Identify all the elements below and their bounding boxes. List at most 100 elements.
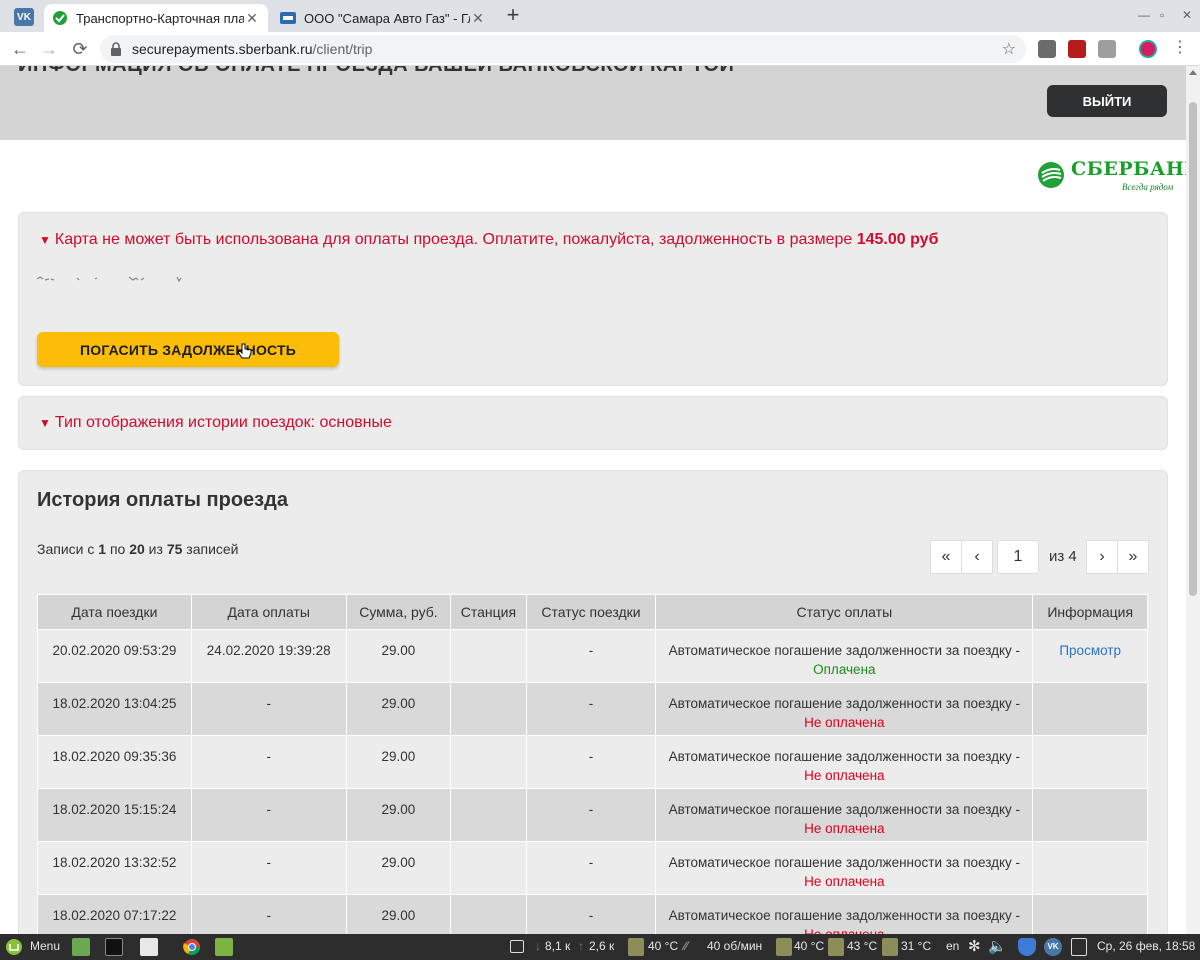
- cell-trip-status: -: [525, 894, 657, 934]
- close-tab-icon[interactable]: ✕: [470, 10, 486, 27]
- chrome-icon[interactable]: [183, 938, 201, 956]
- pay-status-text: Автоматическое погашение задолженности з…: [668, 855, 1021, 870]
- trip-table-body: 20.02.2020 09:53:29 24.02.2020 19:39:28 29…: [37, 629, 1148, 934]
- scrollbar-thumb[interactable]: [1189, 102, 1197, 596]
- pager-next-button[interactable]: ›: [1086, 540, 1118, 574]
- sberbank-logo-slogan: Всегда рядом: [1122, 182, 1174, 192]
- records-summary: Записи с 1 по 20 из 75 записей: [37, 541, 239, 557]
- volume-icon[interactable]: 🔈: [988, 937, 1007, 955]
- pay-debt-button[interactable]: ПОГАСИТЬ ЗАДОЛЖЕННОСТЬ: [37, 332, 339, 367]
- column-header-trip-date[interactable]: Дата поездки: [37, 594, 192, 630]
- tab-title: Транспортно-Карточная пла: [76, 10, 244, 26]
- column-header-trip-status[interactable]: Статус поездки: [525, 594, 657, 630]
- cell-trip-date: 18.02.2020 13:04:25: [37, 682, 192, 736]
- close-tab-icon[interactable]: ✕: [244, 10, 260, 27]
- pager-page-input[interactable]: 1: [997, 540, 1039, 574]
- os-taskbar: Menu ↓ 8,1 к ↑ 2,6 к 40 °C ⁄⁄ 40 об/мин …: [0, 934, 1200, 960]
- cell-pay-date: -: [190, 788, 347, 842]
- fan-speed: 40 об/мин: [707, 939, 763, 953]
- table-row: 18.02.2020 13:32:52-29.00- Автоматическое…: [37, 841, 1148, 895]
- display-type-toggle[interactable]: ▼ Тип отображения истории поездок: основн…: [39, 414, 392, 432]
- url-text: securepayments.sberbank.ru/client/trip: [132, 41, 373, 57]
- scroll-up-icon[interactable]: [1189, 70, 1197, 75]
- pager-first-button[interactable]: «: [930, 540, 962, 574]
- workspace-icon[interactable]: [510, 940, 524, 953]
- update-spinner-icon[interactable]: ✻: [968, 937, 981, 955]
- tab-samara-avto-gaz[interactable]: ООО "Самара Авто Газ" - Гла ✕: [272, 4, 494, 32]
- network-upload-speed: 2,6 к: [589, 939, 615, 953]
- vk-tray-icon[interactable]: VK: [1044, 938, 1062, 956]
- back-icon[interactable]: ←: [9, 38, 31, 60]
- update-shield-icon[interactable]: [1018, 938, 1036, 956]
- display-type-panel: ▼ Тип отображения истории поездок: основн…: [18, 396, 1168, 450]
- system-clock[interactable]: Ср, 26 фев, 18:58: [1097, 939, 1195, 953]
- view-details-link[interactable]: Просмотр: [1059, 643, 1121, 658]
- cpu-temperature: 40 °C: [648, 939, 679, 953]
- maximize-icon[interactable]: ▫: [1160, 8, 1164, 22]
- forward-icon[interactable]: →: [38, 38, 60, 60]
- sberbank-logo-icon: [1038, 162, 1064, 188]
- pager-total-label: из 4: [1049, 548, 1077, 565]
- mint-menu-icon[interactable]: [5, 938, 23, 956]
- tab-title: ООО "Самара Авто Газ" - Гла: [304, 10, 470, 26]
- cell-station: [450, 788, 527, 842]
- cell-trip-status: -: [525, 841, 657, 895]
- pay-status-text: Автоматическое погашение задолженности з…: [668, 643, 1021, 658]
- cell-trip-date: 18.02.2020 15:15:24: [37, 788, 192, 842]
- pay-status-text: Автоматическое погашение задолженности з…: [668, 908, 1021, 923]
- cell-trip-date: 20.02.2020 09:53:29: [37, 629, 192, 683]
- net-down-arrow-icon: ↓: [535, 939, 541, 953]
- debt-alert[interactable]: ▼ Карта не может быть использована для оп…: [39, 231, 938, 249]
- cell-info: [1032, 682, 1148, 736]
- trip-history-table: Дата поездки Дата оплаты Сумма, руб. Ста…: [37, 594, 1148, 934]
- display-type-label: Тип отображения истории поездок: основны…: [54, 414, 392, 431]
- reload-icon[interactable]: ⟳: [69, 38, 91, 60]
- column-header-sum[interactable]: Сумма, руб.: [345, 594, 452, 630]
- pay-status-text: Автоматическое погашение задолженности з…: [668, 802, 1021, 817]
- text-editor-icon[interactable]: [215, 938, 233, 956]
- close-window-icon[interactable]: ✕: [1182, 8, 1192, 22]
- vk-pinned-tab-icon[interactable]: VK: [14, 8, 34, 26]
- cell-sum: 29.00: [345, 894, 452, 934]
- shield-extension-icon[interactable]: [1068, 40, 1086, 58]
- gpu-temperature: 40 °C: [794, 939, 825, 953]
- table-header-row: Дата поездки Дата оплаты Сумма, руб. Ста…: [37, 594, 1148, 630]
- pager-prev-button[interactable]: ‹: [961, 540, 993, 574]
- start-menu-label[interactable]: Menu: [30, 939, 60, 953]
- column-header-pay-status[interactable]: Статус оплаты: [655, 594, 1034, 630]
- bookmark-star-icon[interactable]: ☆: [1002, 39, 1016, 59]
- browser-menu-icon[interactable]: ⋮: [1172, 40, 1188, 59]
- debt-panel: ▼ Карта не может быть использована для оп…: [18, 212, 1168, 386]
- address-bar[interactable]: securepayments.sberbank.ru/client/trip ☆: [100, 35, 1026, 63]
- logout-button[interactable]: ВЫЙТИ: [1047, 85, 1167, 117]
- terminal-icon[interactable]: [105, 938, 123, 956]
- table-row: 20.02.2020 09:53:29 24.02.2020 19:39:28 29…: [37, 629, 1148, 683]
- new-tab-icon[interactable]: +: [502, 4, 524, 26]
- column-header-pay-date[interactable]: Дата оплаты: [190, 594, 347, 630]
- show-desktop-icon[interactable]: [72, 938, 90, 956]
- table-row: 18.02.2020 09:35:36-29.00- Автоматическое…: [37, 735, 1148, 789]
- password-extension-icon[interactable]: [1098, 40, 1116, 58]
- file-manager-icon[interactable]: [140, 938, 158, 956]
- profile-avatar[interactable]: [1139, 40, 1157, 58]
- tab-transport-card[interactable]: Транспортно-Карточная пла ✕: [44, 4, 268, 32]
- lock-icon[interactable]: [110, 42, 122, 56]
- pager-last-button[interactable]: »: [1117, 540, 1149, 574]
- cell-station: [450, 735, 527, 789]
- clipboard-icon[interactable]: [1071, 938, 1087, 956]
- keyboard-layout[interactable]: en: [946, 939, 959, 953]
- ublock-extension-icon[interactable]: [1038, 40, 1056, 58]
- cell-pay-date: -: [190, 894, 347, 934]
- cell-station: [450, 682, 527, 736]
- samara-avto-gaz-favicon-icon: [280, 12, 296, 24]
- status-unpaid: Не оплачена: [656, 925, 1032, 934]
- cell-pay-date: -: [190, 682, 347, 736]
- page-scrollbar[interactable]: [1186, 66, 1200, 934]
- minimize-icon[interactable]: —: [1138, 8, 1150, 22]
- table-row: 18.02.2020 07:17:22-29.00- Автоматическое…: [37, 894, 1148, 934]
- cell-sum: 29.00: [345, 682, 452, 736]
- column-header-station[interactable]: Станция: [450, 594, 527, 630]
- column-header-info[interactable]: Информация: [1032, 594, 1148, 630]
- status-unpaid: Не оплачена: [804, 821, 885, 836]
- status-unpaid: Не оплачена: [804, 768, 885, 783]
